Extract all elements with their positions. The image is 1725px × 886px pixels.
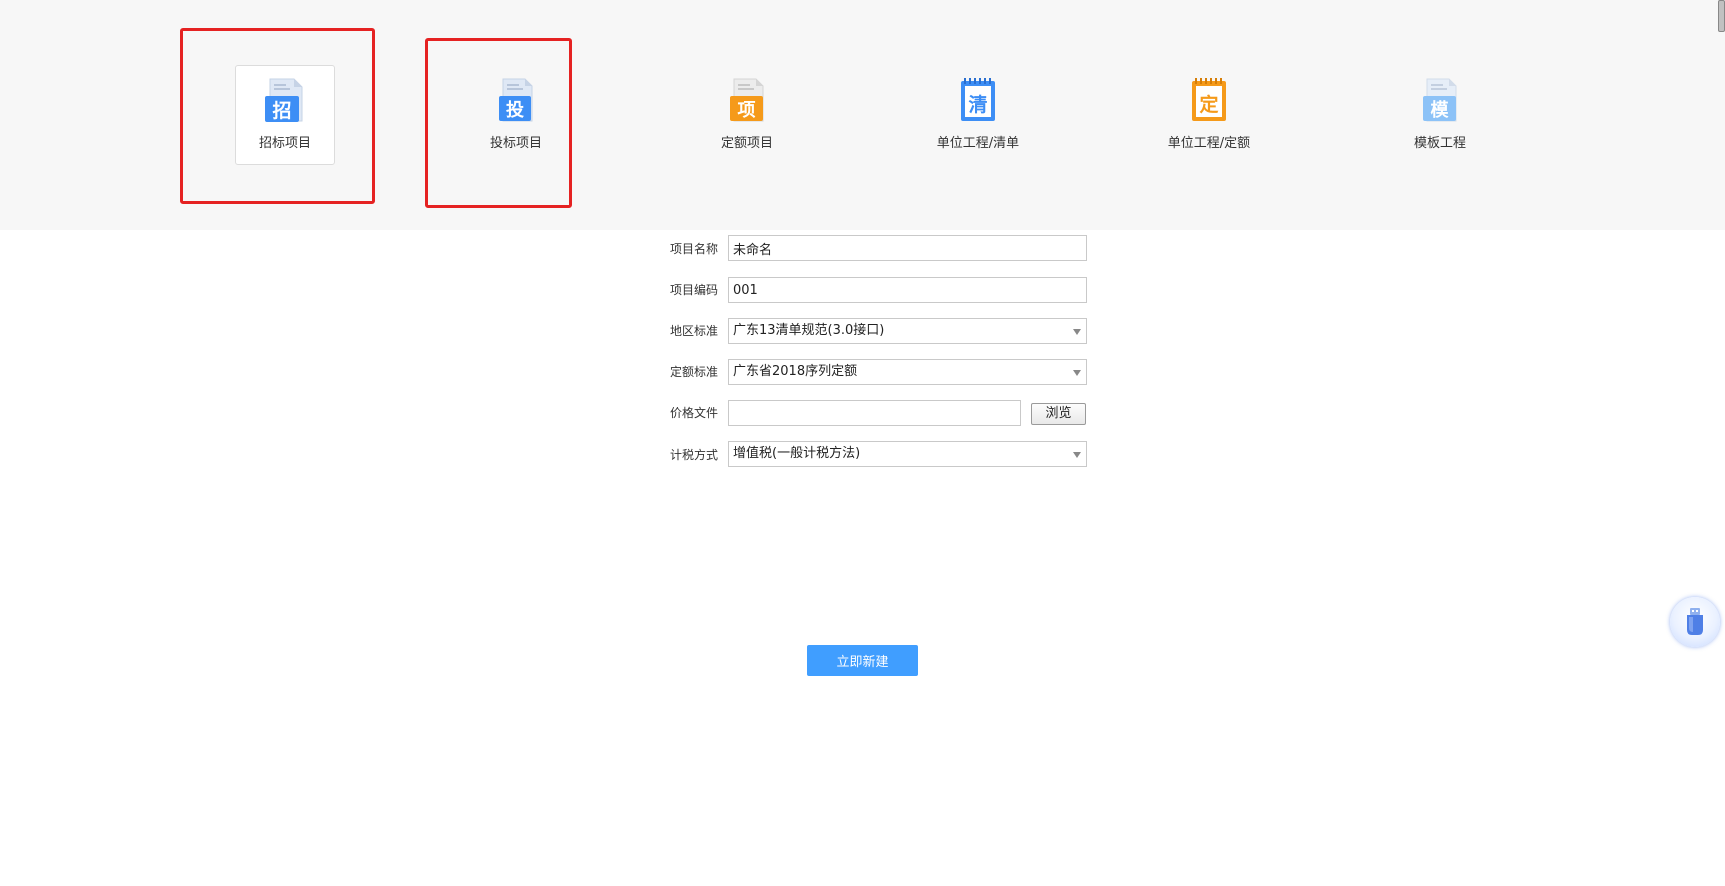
project-type-label: 单位工程/定额: [1167, 136, 1251, 151]
project-type-quota[interactable]: 项 定额项目: [697, 65, 797, 165]
project-type-bar: 招 招标项目 投 投标项目 项 定额项目 清 单位工程/清单 定 单位工程/定额…: [0, 0, 1725, 230]
dropdown-arrow-icon: [1073, 452, 1081, 458]
usb-drive-icon: [1687, 608, 1703, 635]
project-type-unit-quota[interactable]: 定 单位工程/定额: [1159, 65, 1259, 165]
quota-standard-label: 定额标准: [670, 365, 719, 379]
usb-drive-float-button[interactable]: [1670, 597, 1720, 647]
quota-project-icon: 项: [730, 78, 764, 122]
svg-text:模: 模: [1431, 99, 1450, 121]
notepad-bill-icon: 清: [961, 78, 995, 121]
project-name-input[interactable]: [728, 235, 1087, 261]
quota-standard-value: 广东省2018序列定额: [733, 364, 858, 379]
tax-method-select[interactable]: 增值税(一般计税方法): [728, 441, 1087, 467]
tax-method-label: 计税方式: [670, 448, 719, 462]
project-code-input[interactable]: [728, 277, 1087, 303]
project-type-template[interactable]: 模 模板工程: [1390, 65, 1490, 165]
quota-standard-select[interactable]: 广东省2018序列定额: [728, 359, 1087, 385]
region-standard-label: 地区标准: [670, 324, 719, 338]
highlight-box-bid-invitation: [180, 28, 375, 204]
template-project-icon: 模: [1423, 78, 1457, 122]
highlight-box-tender: [425, 38, 572, 208]
svg-text:清: 清: [968, 93, 987, 116]
dropdown-arrow-icon: [1073, 370, 1081, 376]
tax-method-value: 增值税(一般计税方法): [733, 446, 861, 461]
project-type-label: 定额项目: [720, 136, 773, 151]
svg-text:项: 项: [738, 100, 756, 121]
dropdown-arrow-icon: [1073, 329, 1081, 335]
project-code-label: 项目编码: [670, 283, 719, 297]
project-type-label: 单位工程/清单: [936, 136, 1020, 151]
region-standard-select[interactable]: 广东13清单规范(3.0接口): [728, 318, 1087, 344]
notepad-quota-icon: 定: [1192, 78, 1226, 121]
svg-text:定: 定: [1199, 93, 1218, 116]
scrollbar-thumb[interactable]: [1718, 0, 1725, 32]
project-name-label: 项目名称: [670, 242, 719, 256]
create-now-button[interactable]: 立即新建: [807, 645, 918, 676]
project-type-unit-bill[interactable]: 清 单位工程/清单: [928, 65, 1028, 165]
price-file-input[interactable]: [728, 400, 1021, 426]
browse-button[interactable]: 浏览: [1031, 403, 1086, 425]
project-type-label: 模板工程: [1413, 136, 1466, 151]
region-standard-value: 广东13清单规范(3.0接口): [733, 323, 885, 338]
price-file-label: 价格文件: [670, 406, 719, 420]
